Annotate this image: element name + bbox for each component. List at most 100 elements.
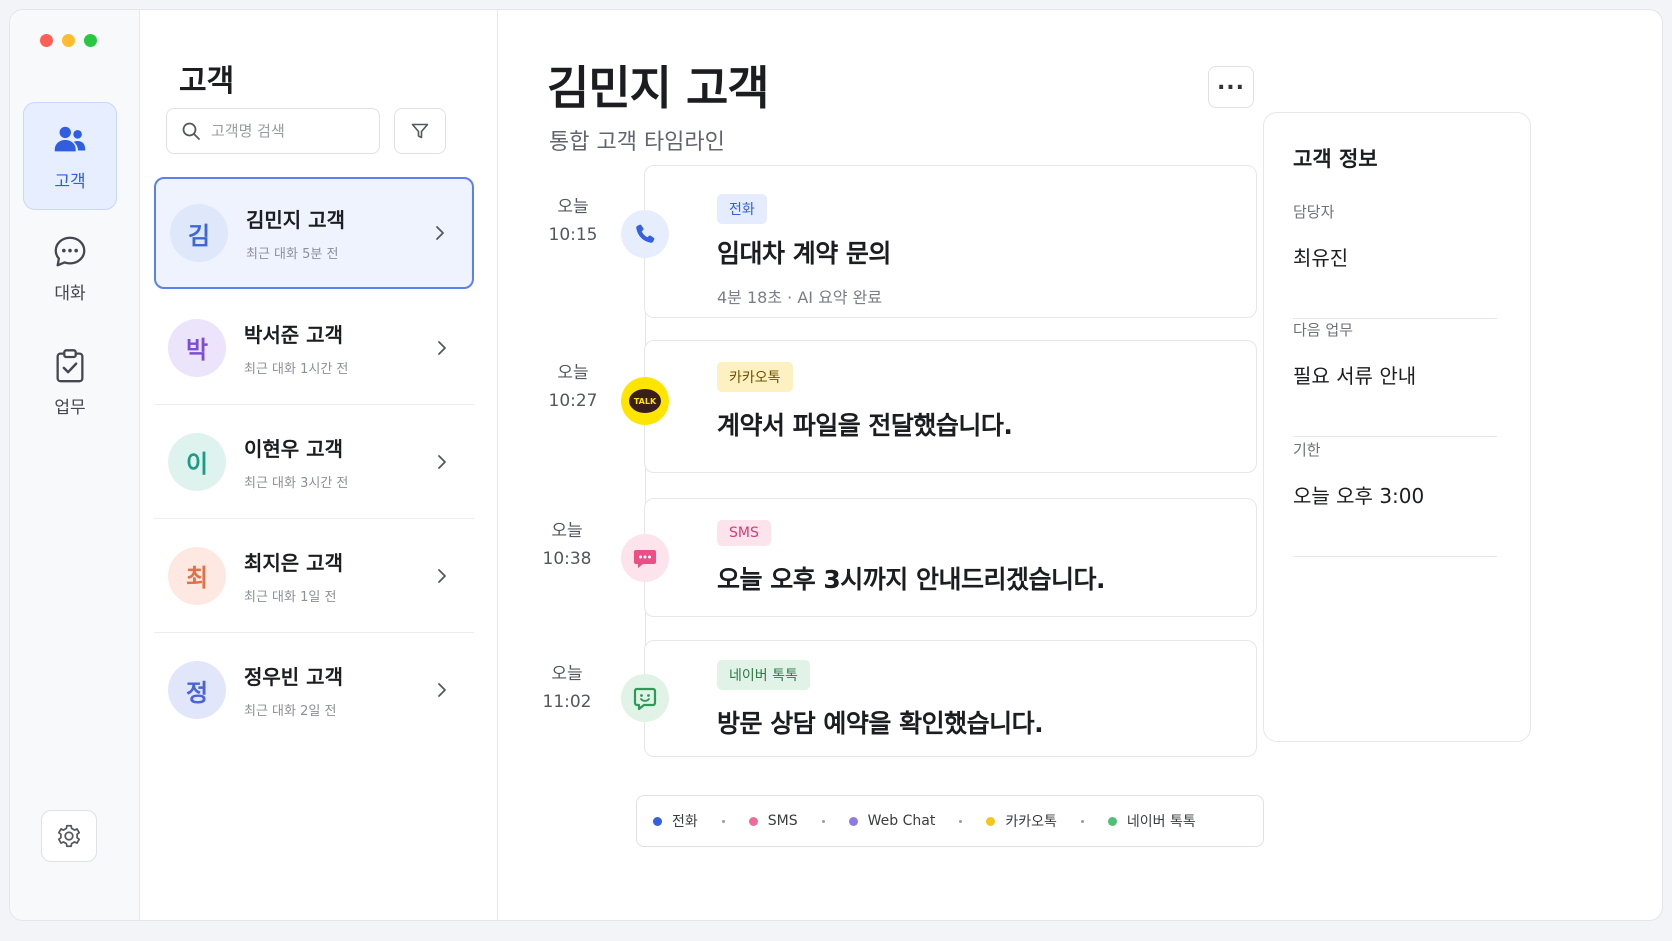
timeline-card-meta: 4분 18초 · AI 요약 완료 (717, 288, 883, 307)
more-icon: ... (1216, 69, 1246, 95)
customer-name: 이현우 고객 (244, 436, 343, 461)
timeline-marker: TALK (621, 377, 669, 425)
info-field-deadline: 기한 오늘 오후 3:00 (1293, 439, 1497, 557)
channel-badge: 네이버 톡톡 (717, 660, 810, 690)
legend-item: 카카오톡 (986, 811, 1057, 831)
settings-button[interactable] (41, 810, 97, 862)
channel-badge: 카카오톡 (717, 362, 793, 392)
more-options-button[interactable]: ... (1208, 66, 1254, 108)
customer-list: 김 김민지 고객 최근 대화 5분 전 박 박서준 고객 최근 대화 1시간 전 (154, 177, 474, 747)
avatar-initial: 이 (185, 450, 209, 478)
zoom-window-button[interactable] (84, 34, 97, 47)
avatar: 김 (170, 204, 228, 262)
info-label: 기한 (1293, 441, 1321, 459)
list-title: 고객 (179, 64, 235, 99)
nav-item-label: 업무 (54, 397, 86, 418)
nav-item-tasks[interactable]: 업무 (23, 328, 117, 436)
customer-list-item[interactable]: 최 최지은 고객 최근 대화 1일 전 (154, 519, 474, 633)
customer-info-panel: 고객 정보 담당자 최유진 다음 업무 필요 서류 안내 기한 오늘 오후 3:… (1263, 112, 1531, 742)
customer-list-item[interactable]: 김 김민지 고객 최근 대화 5분 전 (154, 177, 474, 289)
timeline-day: 오늘 (557, 197, 589, 217)
avatar-initial: 김 (187, 221, 211, 250)
channel-badge: 전화 (717, 194, 767, 224)
timeline-card[interactable]: 전화 임대차 계약 문의 4분 18초 · AI 요약 완료 (644, 165, 1257, 318)
info-value: 오늘 오후 3:00 (1293, 484, 1425, 508)
legend-dot (986, 816, 996, 826)
info-field-manager: 담당자 최유진 (1293, 201, 1497, 319)
avatar: 박 (168, 318, 226, 377)
legend-separator (959, 819, 963, 823)
chat-bubble-icon (54, 236, 86, 266)
timeline-time: 오늘 10:38 (533, 517, 601, 573)
avatar-initial: 박 (185, 336, 209, 364)
customer-last-contact: 최근 대화 2일 전 (244, 704, 337, 719)
info-label: 담당자 (1293, 203, 1335, 221)
timeline-card[interactable]: SMS 오늘 오후 3시까지 안내드리겠습니다. (644, 498, 1257, 617)
customer-list-item[interactable]: 이 이현우 고객 최근 대화 3시간 전 (154, 405, 474, 519)
info-panel-title: 고객 정보 (1293, 147, 1378, 171)
channel-badge: SMS (717, 520, 771, 546)
page-subtitle: 통합 고객 타임라인 (549, 130, 725, 155)
info-value: 최유진 (1293, 246, 1349, 270)
search-box[interactable] (166, 108, 380, 154)
timeline-card-title: 계약서 파일을 전달했습니다. (717, 411, 1013, 440)
page-title: 김민지 고객 (547, 61, 770, 115)
channel-legend: 전화 SMS Web Chat 카카오톡 네이버 톡톡 (636, 795, 1264, 847)
timeline-day: 오늘 (557, 363, 589, 383)
phone-icon (636, 224, 655, 243)
kakaotalk-icon: TALK (629, 389, 661, 413)
timeline-card[interactable]: 카카오톡 계약서 파일을 전달했습니다. (644, 340, 1257, 473)
timeline-time: 오늘 10:27 (539, 359, 607, 415)
timeline-clock: 10:27 (548, 391, 598, 411)
legend-label: SMS (767, 813, 798, 829)
timeline-card-title: 오늘 오후 3시까지 안내드리겠습니다. (717, 565, 1106, 594)
nav-item-label: 고객 (54, 171, 86, 192)
customer-name: 최지은 고객 (244, 550, 343, 575)
timeline-clock: 10:38 (542, 549, 592, 569)
users-icon (54, 126, 86, 151)
chevron-right-icon (438, 340, 446, 355)
naver-talk-icon (633, 687, 657, 711)
legend-label: 전화 (672, 814, 698, 830)
window-controls (40, 34, 97, 47)
timeline-clock: 11:02 (542, 692, 592, 712)
timeline-marker (621, 674, 669, 722)
legend-dot (848, 816, 858, 826)
legend-label: 네이버 톡톡 (1126, 814, 1196, 830)
timeline-clock: 10:15 (548, 225, 598, 245)
customer-list-item[interactable]: 박 박서준 고객 최근 대화 1시간 전 (154, 291, 474, 405)
close-window-button[interactable] (40, 34, 53, 47)
clipboard-check-icon (56, 348, 84, 382)
customer-name: 정우빈 고객 (244, 665, 343, 689)
search-input[interactable] (211, 122, 371, 140)
timeline-card-title: 임대차 계약 문의 (717, 239, 891, 268)
info-label: 다음 업무 (1293, 321, 1353, 339)
avatar-initial: 최 (185, 564, 209, 592)
nav-item-conversations[interactable]: 대화 (23, 214, 117, 322)
legend-item: SMS (748, 813, 798, 829)
legend-separator (721, 819, 725, 823)
customer-list-pane: 고객 김 김민지 고객 최근 대화 5분 전 (141, 10, 498, 920)
kakaotalk-icon-text: TALK (633, 396, 657, 406)
timeline-main: 김민지 고객 통합 고객 타임라인 ... 오늘 10:15 전화 임대차 계약… (499, 10, 1269, 920)
filter-button[interactable] (394, 108, 446, 154)
timeline-card[interactable]: 네이버 톡톡 방문 상담 예약을 확인했습니다. (644, 640, 1257, 757)
customer-last-contact: 최근 대화 1시간 전 (244, 361, 349, 377)
avatar: 이 (168, 432, 226, 491)
avatar: 최 (168, 546, 226, 605)
info-field-next-task: 다음 업무 필요 서류 안내 (1293, 319, 1497, 437)
minimize-window-button[interactable] (62, 34, 75, 47)
avatar: 정 (168, 661, 226, 719)
customer-name: 김민지 고객 (246, 208, 345, 232)
legend-item: Web Chat (848, 813, 935, 829)
timeline-marker (621, 210, 669, 258)
nav-item-customers[interactable]: 고객 (23, 102, 117, 210)
customer-last-contact: 최근 대화 3시간 전 (244, 475, 349, 491)
customer-last-contact: 최근 대화 1일 전 (244, 589, 337, 605)
filter-icon (411, 123, 429, 139)
gear-icon (57, 824, 81, 848)
app-window: 고객 대화 업무 고객 고객명 검색 김 김민지 고객 최근 대화 5분 전 박… (9, 9, 1663, 921)
nav-item-label: 대화 (54, 283, 86, 304)
customer-list-item[interactable]: 정 정우빈 고객 최근 대화 2일 전 (154, 633, 474, 747)
search-icon (182, 122, 200, 140)
